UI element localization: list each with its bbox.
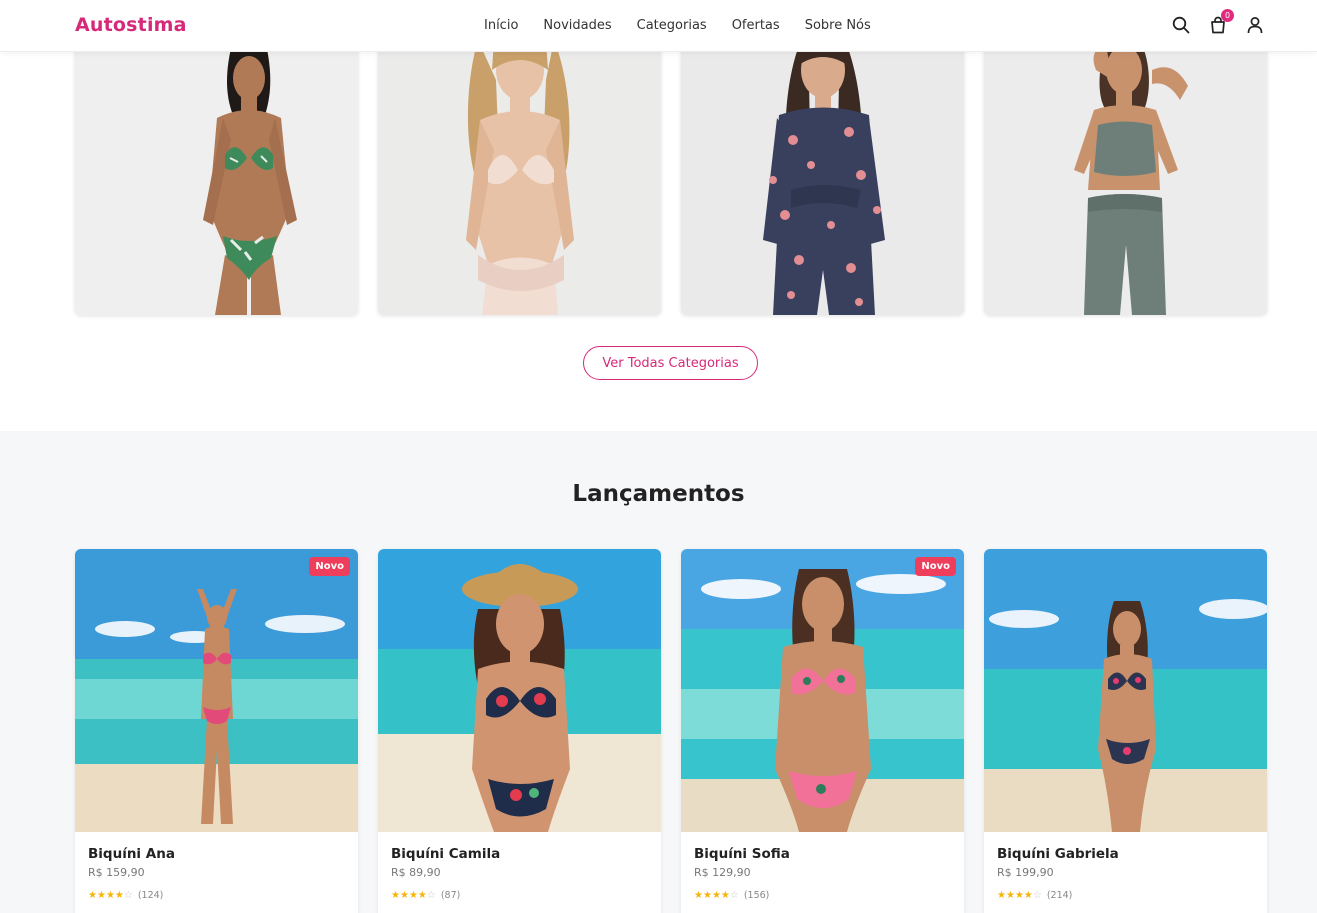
star-icon: ★ xyxy=(114,890,124,901)
star-icon: ★ xyxy=(391,890,400,901)
rating-stars: ★★★★☆ xyxy=(694,890,739,901)
new-badge: Novo xyxy=(915,557,956,576)
search-icon[interactable] xyxy=(1171,14,1191,36)
review-count: (214) xyxy=(1046,890,1073,901)
brand-logo[interactable]: Autostima xyxy=(75,14,187,36)
star-icon: ★ xyxy=(417,890,427,901)
product-rating: ★★★★☆ (214) xyxy=(997,890,1254,901)
shopping-bag-icon[interactable]: 0 xyxy=(1208,9,1234,36)
user-icon[interactable] xyxy=(1245,14,1265,36)
view-all-categories-button[interactable]: Ver Todas Categorias xyxy=(583,346,758,380)
product-price: R$ 159,90 xyxy=(88,866,145,879)
review-count: (156) xyxy=(743,890,770,901)
nav-item-ofertas[interactable]: Ofertas xyxy=(732,18,780,33)
star-icon: ★ xyxy=(408,890,418,901)
new-badge: Novo xyxy=(309,557,350,576)
header-actions: 0 xyxy=(1171,9,1265,36)
product-image[interactable] xyxy=(378,549,661,832)
star-icon: ☆ xyxy=(1032,890,1042,901)
product-price: R$ 89,90 xyxy=(391,866,441,879)
product-price: R$ 129,90 xyxy=(694,866,751,879)
rating-stars: ★★★★☆ xyxy=(88,890,133,901)
category-card-lingerie[interactable] xyxy=(378,40,661,315)
product-price: R$ 199,90 xyxy=(997,866,1054,879)
pajama-model-photo xyxy=(681,40,964,315)
star-icon: ★ xyxy=(720,890,730,901)
rating-stars: ★★★★☆ xyxy=(997,890,1042,901)
category-card-fitness[interactable] xyxy=(984,40,1267,315)
product-name[interactable]: Biquíni Camila xyxy=(391,846,648,862)
star-icon: ★ xyxy=(96,890,106,901)
section-title: Lançamentos xyxy=(572,481,745,507)
category-card-bikini[interactable] xyxy=(75,40,358,315)
star-icon: ★ xyxy=(105,890,115,901)
star-icon: ★ xyxy=(711,890,721,901)
review-count: (87) xyxy=(440,890,461,901)
star-icon: ★ xyxy=(694,890,703,901)
star-icon: ★ xyxy=(1014,890,1024,901)
star-icon: ★ xyxy=(702,890,712,901)
product-rating: ★★★★☆ (124) xyxy=(88,890,345,901)
lingerie-model-photo xyxy=(378,40,661,315)
star-icon: ★ xyxy=(1005,890,1015,901)
product-grid: Novo Biquíni Ana R$ 159,90 ★★★★☆ (124) B… xyxy=(75,549,1267,913)
star-icon: ☆ xyxy=(426,890,436,901)
site-header: Autostima Início Novidades Categorias Of… xyxy=(0,0,1317,52)
main-nav: Início Novidades Categorias Ofertas Sobr… xyxy=(484,18,896,33)
cart-count-badge: 0 xyxy=(1221,9,1234,22)
product-card[interactable]: Novo Biquíni Sofia R$ 129,90 ★★★★☆ (156) xyxy=(681,549,964,913)
product-image[interactable] xyxy=(984,549,1267,832)
product-rating: ★★★★☆ (87) xyxy=(391,890,648,901)
fitness-model-photo xyxy=(984,40,1267,315)
star-icon: ☆ xyxy=(729,890,739,901)
category-grid xyxy=(75,40,1267,315)
star-icon: ★ xyxy=(997,890,1006,901)
product-image[interactable]: Novo xyxy=(75,549,358,832)
nav-item-inicio[interactable]: Início xyxy=(484,18,518,33)
product-image[interactable]: Novo xyxy=(681,549,964,832)
star-icon: ★ xyxy=(1023,890,1033,901)
product-card[interactable]: Biquíni Camila R$ 89,90 ★★★★☆ (87) xyxy=(378,549,661,913)
star-icon: ☆ xyxy=(123,890,133,901)
star-icon: ★ xyxy=(88,890,97,901)
product-name[interactable]: Biquíni Gabriela xyxy=(997,846,1254,862)
review-count: (124) xyxy=(137,890,164,901)
nav-item-novidades[interactable]: Novidades xyxy=(543,18,611,33)
star-icon: ★ xyxy=(399,890,409,901)
product-card[interactable]: Biquíni Gabriela R$ 199,90 ★★★★☆ (214) xyxy=(984,549,1267,913)
bikini-model-photo xyxy=(75,40,358,315)
product-name[interactable]: Biquíni Ana xyxy=(88,846,345,862)
category-card-pajama[interactable] xyxy=(681,40,964,315)
nav-item-categorias[interactable]: Categorias xyxy=(637,18,707,33)
product-rating: ★★★★☆ (156) xyxy=(694,890,951,901)
product-card[interactable]: Novo Biquíni Ana R$ 159,90 ★★★★☆ (124) xyxy=(75,549,358,913)
rating-stars: ★★★★☆ xyxy=(391,890,436,901)
nav-item-sobre-nos[interactable]: Sobre Nós xyxy=(805,18,871,33)
product-name[interactable]: Biquíni Sofia xyxy=(694,846,951,862)
